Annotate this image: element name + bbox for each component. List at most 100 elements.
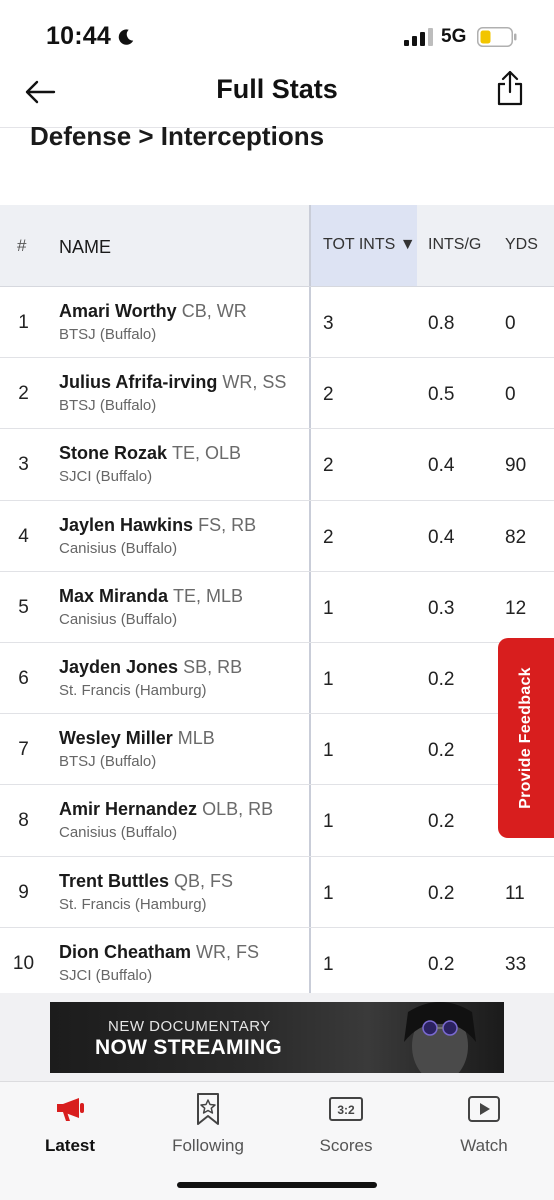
section-title: Defense > Interceptions: [30, 121, 325, 151]
player-positions: SB, RB: [183, 656, 243, 677]
table-body: 1 Amari Worthy CB, WR BTSJ (Buffalo) 3 0.8 0 2…: [0, 287, 554, 999]
player-team: St. Francis (Hamburg): [59, 681, 207, 699]
player-name-cell[interactable]: Jaylen Hawkins FS, RB: [59, 515, 256, 536]
player-name: Jayden Jones: [59, 656, 179, 677]
table-row[interactable]: 10 Dion Cheatham WR, FS SJCI (Buffalo) 1 0.2…: [0, 927, 554, 999]
player-name: Dion Cheatham: [59, 941, 192, 962]
player-name-cell[interactable]: Trent Buttles QB, FS: [59, 871, 233, 892]
tot-ints-cell: 1: [323, 668, 334, 690]
player-positions: WR, SS: [222, 372, 287, 393]
share-button[interactable]: [490, 68, 530, 108]
ints-per-game-cell: 0.2: [428, 882, 455, 904]
player-positions: TE, OLB: [172, 443, 242, 464]
player-name-cell[interactable]: Max Miranda TE, MLB: [59, 586, 243, 607]
player-name-cell[interactable]: Amari Worthy CB, WR: [59, 301, 247, 322]
yds-cell: 0: [505, 384, 516, 406]
rank-cell: 3: [18, 454, 29, 476]
header-yds[interactable]: YDS: [505, 236, 538, 254]
yds-cell: 90: [505, 455, 527, 477]
column-divider: [309, 205, 311, 286]
player-positions: WR, FS: [196, 941, 260, 962]
page-title: Full Stats: [216, 74, 338, 104]
provide-feedback-button[interactable]: Provide Feedback: [498, 638, 554, 838]
rank-cell: 1: [18, 312, 29, 333]
column-divider: [309, 927, 311, 998]
player-name-cell[interactable]: Stone Rozak TE, OLB: [59, 443, 241, 464]
player-name-cell[interactable]: Jayden Jones SB, RB: [59, 657, 242, 678]
nav-bar: Full Stats: [0, 60, 554, 128]
player-team: SJCI (Buffalo): [59, 468, 153, 486]
tot-ints-cell: 1: [323, 597, 334, 619]
table-row[interactable]: 6 Jayden Jones SB, RB St. Francis (Hamburg…: [0, 642, 554, 715]
status-time: 10:44: [46, 22, 111, 50]
rank-cell: 7: [18, 739, 29, 761]
table-row[interactable]: 4 Jaylen Hawkins FS, RB Canisius (Buffalo)…: [0, 500, 554, 572]
player-positions: OLB, RB: [202, 799, 274, 820]
rank-cell: 10: [12, 952, 35, 974]
status-bar: 10:44 5G: [0, 0, 554, 60]
share-icon: [497, 70, 523, 106]
ints-per-game-cell: 0.4: [428, 526, 455, 548]
column-divider: [309, 358, 311, 429]
ad-line-1: NEW DOCUMENTARY: [108, 1018, 271, 1035]
tot-ints-cell: 2: [323, 384, 334, 406]
column-divider: [309, 429, 311, 500]
player-name-cell[interactable]: Dion Cheatham WR, FS: [59, 942, 259, 963]
table-row[interactable]: 7 Wesley Miller MLB BTSJ (Buffalo) 1 0.2: [0, 714, 554, 786]
ints-per-game-cell: 0.4: [428, 455, 455, 477]
tab-scores[interactable]: 3:2 Scores: [291, 1092, 401, 1156]
network-label: 5G: [441, 26, 467, 47]
svg-text:3:2: 3:2: [337, 1103, 355, 1117]
player-team: SJCI (Buffalo): [59, 966, 153, 984]
player-name-cell[interactable]: Wesley Miller MLB: [59, 728, 215, 749]
table-row[interactable]: 1 Amari Worthy CB, WR BTSJ (Buffalo) 3 0.8 0: [0, 287, 554, 359]
tot-ints-cell: 2: [323, 455, 334, 477]
tab-following[interactable]: Following: [153, 1092, 263, 1156]
yds-cell: 12: [505, 597, 527, 619]
table-row[interactable]: 3 Stone Rozak TE, OLB SJCI (Buffalo) 2 0.4 90: [0, 429, 554, 501]
tab-latest[interactable]: Latest: [15, 1092, 125, 1156]
table-row[interactable]: 9 Trent Buttles QB, FS St. Francis (Hambur…: [0, 856, 554, 928]
tab-following-label: Following: [172, 1136, 244, 1155]
ints-per-game-cell: 0.2: [428, 953, 455, 975]
player-name: Amari Worthy: [59, 301, 177, 321]
rank-cell: 9: [18, 881, 29, 903]
player-team: BTSJ (Buffalo): [59, 397, 157, 415]
player-name: Amir Hernandez: [59, 799, 198, 820]
player-name: Max Miranda: [59, 585, 169, 606]
tot-ints-cell: 2: [323, 526, 334, 548]
tab-scores-label: Scores: [319, 1136, 373, 1155]
tab-watch[interactable]: Watch: [429, 1092, 539, 1156]
bookmark-star-icon: [197, 1093, 219, 1125]
ints-per-game-cell: 0.5: [428, 384, 455, 406]
header-tot-ints[interactable]: TOT INTS ▼: [323, 236, 416, 254]
player-name-cell[interactable]: Julius Afrifa-irving WR, SS: [59, 372, 286, 393]
column-divider: [309, 785, 311, 856]
column-divider: [309, 287, 311, 358]
stats-table: # NAME TOT INTS ▼ INTS/G YDS 1 Amari Wort…: [0, 205, 554, 999]
tot-ints-cell: 1: [323, 740, 334, 762]
table-row[interactable]: 8 Amir Hernandez OLB, RB Canisius (Buffalo…: [0, 785, 554, 857]
yds-cell: 0: [505, 313, 516, 334]
table-row[interactable]: 5 Max Miranda TE, MLB Canisius (Buffalo) 1 0…: [0, 571, 554, 643]
cellular-signal-icon: [404, 28, 433, 46]
moon-icon: [118, 29, 134, 45]
tab-watch-label: Watch: [460, 1136, 508, 1155]
ad-container: NEW DOCUMENTARY NOW STREAMING: [0, 993, 554, 1081]
tab-latest-label: Latest: [44, 1136, 96, 1155]
tot-ints-cell: 1: [323, 953, 334, 975]
player-team: BTSJ (Buffalo): [59, 326, 157, 343]
player-team: Canisius (Buffalo): [59, 824, 178, 842]
table-row[interactable]: 2 Julius Afrifa-irving WR, SS BTSJ (Buffal…: [0, 358, 554, 430]
header-name[interactable]: NAME: [59, 237, 111, 258]
ad-banner[interactable]: NEW DOCUMENTARY NOW STREAMING: [50, 1002, 504, 1073]
player-name: Julius Afrifa-irving: [59, 372, 218, 393]
column-divider: [309, 500, 311, 571]
header-ints-per-game[interactable]: INTS/G: [428, 236, 481, 254]
yds-cell: 33: [505, 953, 527, 975]
ints-per-game-cell: 0.2: [428, 811, 455, 833]
player-name-cell[interactable]: Amir Hernandez OLB, RB: [59, 799, 273, 820]
megaphone-icon: [57, 1098, 84, 1121]
battery-icon: [477, 27, 517, 47]
player-name: Jaylen Hawkins: [59, 514, 194, 535]
